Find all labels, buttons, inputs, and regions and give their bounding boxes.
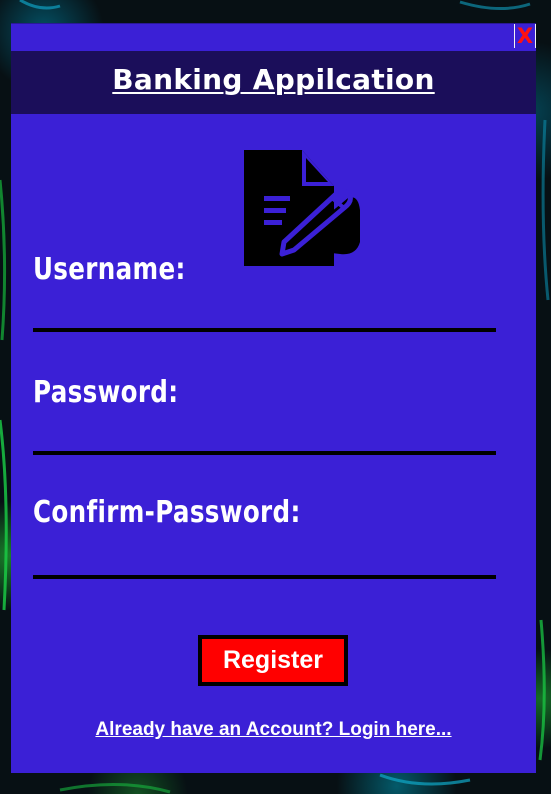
username-input[interactable]: [33, 304, 496, 332]
password-label: Password:: [33, 375, 179, 410]
username-label: Username:: [33, 252, 186, 287]
document-pen-icon: [244, 150, 362, 266]
login-link[interactable]: Already have an Account? Login here...: [11, 719, 536, 741]
app-title: Banking Appilcation: [112, 63, 435, 96]
register-button[interactable]: Register: [198, 635, 348, 686]
registration-window: X Banking Appilcation Username: Password…: [11, 23, 536, 773]
confirm-password-input[interactable]: [33, 551, 496, 579]
password-input[interactable]: [33, 427, 496, 455]
confirm-password-label: Confirm-Password:: [33, 495, 301, 530]
close-button[interactable]: X: [514, 24, 536, 48]
title-bar: Banking Appilcation: [11, 51, 536, 114]
